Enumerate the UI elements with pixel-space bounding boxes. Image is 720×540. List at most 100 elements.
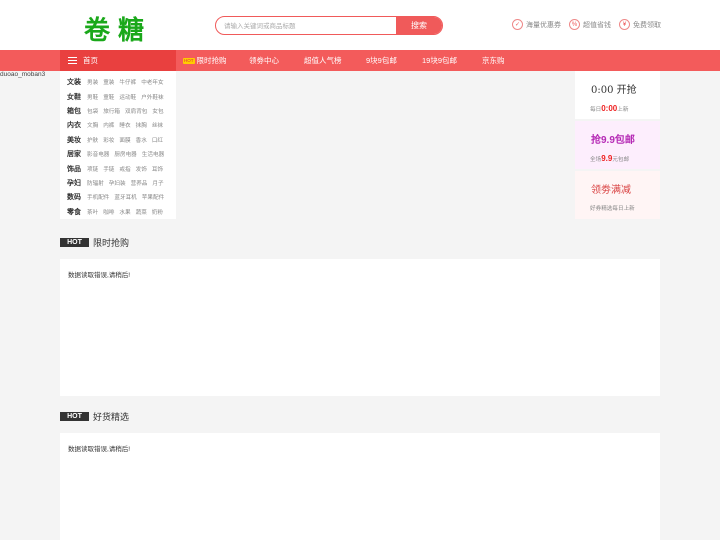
promo-nine[interactable]: 抢9.9包邮 全场9.9元包邮 xyxy=(575,121,660,169)
subcategory-link[interactable]: 口红 xyxy=(152,136,163,144)
subcategory-link[interactable]: 厨房电器 xyxy=(114,150,136,158)
subcategory-link[interactable]: 内裤 xyxy=(103,121,114,129)
subcategory-link[interactable]: 戒指 xyxy=(119,165,130,173)
category-name[interactable]: 内衣 xyxy=(67,120,87,130)
header: 卷糖 搜索 ✓ 海量优惠券 % 超值省钱 ¥ 免费领取 xyxy=(0,0,720,50)
section-title: 好货精选 xyxy=(93,411,130,422)
subcategory-link[interactable]: 中老年女 xyxy=(141,78,163,86)
hot-badge: HOT xyxy=(60,411,89,421)
promo-title: 领劵满减 xyxy=(591,185,631,196)
subcategory-link[interactable]: 水果 xyxy=(119,208,130,216)
subcategory-link[interactable]: 运动鞋 xyxy=(119,93,136,101)
category-name[interactable]: 数码 xyxy=(67,192,87,202)
subcategory-link[interactable]: 双肩背包 xyxy=(125,107,147,115)
subcategory-link[interactable]: 影音电器 xyxy=(87,150,109,158)
perk-label: 免费领取 xyxy=(633,21,661,29)
subcategory-link[interactable]: 蓝牙耳机 xyxy=(114,193,136,201)
category-row: 箱包 包袋 旅行箱 双肩背包 女包 xyxy=(67,104,176,118)
perk-savings: % 超值省钱 xyxy=(569,19,611,30)
subcategory-link[interactable]: 彩妆 xyxy=(103,136,114,144)
subcategory-link[interactable]: 月子 xyxy=(152,179,163,187)
check-icon: ✓ xyxy=(512,19,523,30)
subcategory-link[interactable]: 奶粉 xyxy=(152,208,163,216)
percent-icon: % xyxy=(569,19,580,30)
subcategory-link[interactable]: 咖啡 xyxy=(103,208,114,216)
category-name[interactable]: 箱包 xyxy=(67,106,87,116)
category-name[interactable]: 美妆 xyxy=(67,135,87,145)
category-name[interactable]: 饰品 xyxy=(67,164,87,174)
subcategory-link[interactable]: 生活电器 xyxy=(142,150,164,158)
nav-item-flash-sale[interactable]: HOT 限时抢购 xyxy=(183,50,227,71)
promo-panel: 0:00 开抢 每日0:00上新 抢9.9包邮 全场9.9元包邮 领劵满减 好券… xyxy=(575,71,660,219)
subcategory-link[interactable]: 丝袜 xyxy=(152,121,163,129)
promo-sub: 好券精选每日上新 xyxy=(590,206,635,212)
subcategory-link[interactable]: 耳饰 xyxy=(152,165,163,173)
nav-item-jd[interactable]: 京东购 xyxy=(482,50,505,71)
promo-sub: 每日0:00上新 xyxy=(590,104,629,113)
subcategory-link[interactable]: 抹胸 xyxy=(136,121,147,129)
subcategory-link[interactable]: 苹果配件 xyxy=(142,193,164,201)
nav-item-19-9[interactable]: 19块9包邮 xyxy=(422,50,457,71)
category-row: 孕妇 防辐射 孕妇装 营养品 月子 xyxy=(67,176,176,190)
subcategory-link[interactable]: 防辐射 xyxy=(87,179,104,187)
subcategory-link[interactable]: 男鞋 xyxy=(87,93,98,101)
subcategory-link[interactable]: 护肤 xyxy=(87,136,98,144)
main-nav: 首页 HOT 限时抢购 领劵中心 超值人气榜 9块9包邮 19块9包邮 京东购 xyxy=(0,50,720,71)
category-row: 文装 男装 童装 牛仔裤 中老年女 xyxy=(67,75,176,89)
subcategory-link[interactable]: 营养品 xyxy=(131,179,148,187)
nav-item-popular[interactable]: 超值人气榜 xyxy=(304,50,342,71)
error-message: 数据读取错误,请稍后! xyxy=(68,272,131,279)
subcategory-link[interactable]: 牛仔裤 xyxy=(119,78,136,86)
category-name[interactable]: 孕妇 xyxy=(67,178,87,188)
hot-tag: HOT xyxy=(183,58,195,65)
category-menu: 文装 男装 童装 牛仔裤 中老年女 女鞋 男鞋 童鞋 运动鞋 户外鞋袜 箱包 包袋 旅行箱 双肩背包 女包内… xyxy=(60,71,176,219)
search-button[interactable]: 搜索 xyxy=(396,17,442,34)
section-header-picks: HOT 好货精选 xyxy=(60,409,129,423)
subcategory-link[interactable]: 童鞋 xyxy=(103,93,114,101)
category-name[interactable]: 文装 xyxy=(67,77,87,87)
nav-item-9-9[interactable]: 9块9包邮 xyxy=(366,50,397,71)
section-header-flash: HOT 限时抢购 xyxy=(60,235,129,249)
menu-icon xyxy=(68,57,77,64)
subcategory-link[interactable]: 手链 xyxy=(103,165,114,173)
subcategory-link[interactable]: 面膜 xyxy=(119,136,130,144)
perk-label: 超值省钱 xyxy=(583,21,611,29)
nav-item-coupon-center[interactable]: 领劵中心 xyxy=(249,50,279,71)
promo-sub: 全场9.9元包邮 xyxy=(590,154,630,163)
section-body-picks: 数据读取错误,请稍后! xyxy=(60,433,660,540)
subcategory-link[interactable]: 童装 xyxy=(103,78,114,86)
promo-flash[interactable]: 0:00 开抢 每日0:00上新 xyxy=(575,71,660,119)
promo-coupon[interactable]: 领劵满减 好券精选每日上新 xyxy=(575,171,660,219)
subcategory-link[interactable]: 女包 xyxy=(152,107,163,115)
category-row: 数码 手机配件 蓝牙耳机 苹果配件 xyxy=(67,190,176,204)
yen-icon: ¥ xyxy=(619,19,630,30)
category-row: 美妆 护肤 彩妆 面膜 香水 口红 xyxy=(67,133,176,147)
subcategory-link[interactable]: 男装 xyxy=(87,78,98,86)
category-name[interactable]: 女鞋 xyxy=(67,92,87,102)
subcategory-link[interactable]: 睡衣 xyxy=(119,121,130,129)
subcategory-link[interactable]: 包袋 xyxy=(87,107,98,115)
subcategory-link[interactable]: 项链 xyxy=(87,165,98,173)
category-row: 饰品 项链 手链 戒指 发饰 耳饰 xyxy=(67,161,176,175)
perk-free: ¥ 免费领取 xyxy=(619,19,661,30)
subcategory-link[interactable]: 文胸 xyxy=(87,121,98,129)
nav-home[interactable]: 首页 xyxy=(60,50,176,71)
perk-coupons: ✓ 海量优惠券 xyxy=(512,19,561,30)
subcategory-link[interactable]: 香水 xyxy=(136,136,147,144)
nav-label: 限时抢购 xyxy=(196,56,227,65)
subcategory-link[interactable]: 旅行箱 xyxy=(103,107,120,115)
perks: ✓ 海量优惠券 % 超值省钱 ¥ 免费领取 xyxy=(512,19,661,30)
template-name: duoao_moban3 xyxy=(0,71,46,78)
category-name[interactable]: 零食 xyxy=(67,207,87,217)
search-input[interactable] xyxy=(224,19,399,33)
category-row: 女鞋 男鞋 童鞋 运动鞋 户外鞋袜 xyxy=(67,89,176,103)
section-title: 限时抢购 xyxy=(93,237,130,248)
subcategory-link[interactable]: 孕妇装 xyxy=(109,179,126,187)
category-name[interactable]: 居家 xyxy=(67,149,87,159)
subcategory-link[interactable]: 手机配件 xyxy=(87,193,109,201)
subcategory-link[interactable]: 户外鞋袜 xyxy=(141,93,163,101)
site-logo[interactable]: 卷糖 xyxy=(84,10,152,47)
subcategory-link[interactable]: 茶叶 xyxy=(87,208,98,216)
subcategory-link[interactable]: 蔬菜 xyxy=(136,208,147,216)
subcategory-link[interactable]: 发饰 xyxy=(136,165,147,173)
